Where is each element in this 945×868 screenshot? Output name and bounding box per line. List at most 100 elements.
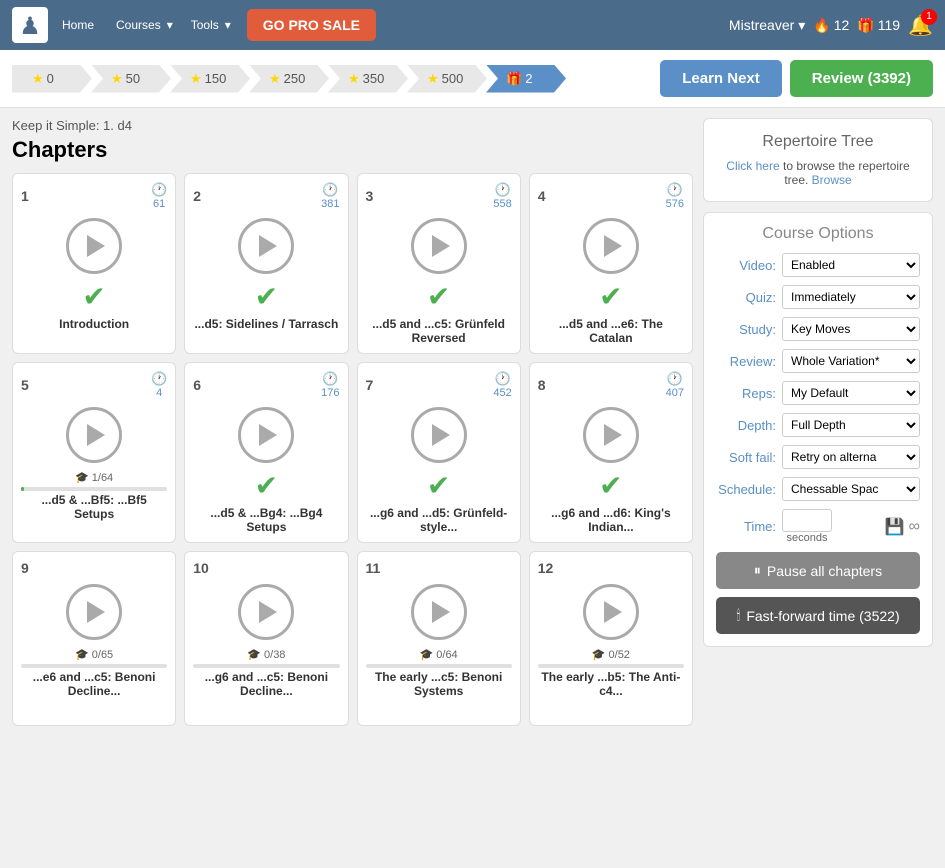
chapter-card-9[interactable]: 9🎓0/65...e6 and ...c5: Benoni Decline... xyxy=(12,551,176,726)
time-row: Time: 60 seconds 💾 ∞ xyxy=(716,509,920,544)
progress-seg-350[interactable]: ★ 350 xyxy=(328,65,408,93)
chapter-card-5[interactable]: 5🕐4 🎓1/64 ...d5 & ...Bf5: ...Bf5 Setups xyxy=(12,362,176,543)
fast-forward-label: Fast-forward time (3522) xyxy=(746,608,899,624)
play-circle-6[interactable] xyxy=(238,407,294,463)
save-time-button[interactable]: 💾 xyxy=(885,517,905,537)
chapter-card-4[interactable]: 4🕐576✔...d5 and ...e6: The Catalan xyxy=(529,173,693,354)
chapter-card-7[interactable]: 7🕐452✔...g6 and ...d5: Grünfeld-style... xyxy=(357,362,521,543)
chapter-num-11: 11 xyxy=(366,560,381,576)
go-pro-button[interactable]: GO PRO SALE xyxy=(247,9,376,41)
chapter-card-1[interactable]: 1🕐61✔Introduction xyxy=(12,173,176,354)
schedule-select[interactable]: Chessable Spac Custom xyxy=(782,477,920,501)
count-num-5: 4 xyxy=(156,387,162,399)
home-link[interactable]: Home xyxy=(62,18,94,32)
card-header-10: 10 xyxy=(193,560,339,576)
progress-seg-250[interactable]: ★ 250 xyxy=(249,65,329,93)
chess-logo[interactable]: ♟ xyxy=(12,7,48,43)
chapter-card-8[interactable]: 8🕐407✔...g6 and ...d6: King's Indian... xyxy=(529,362,693,543)
count-num-8: 407 xyxy=(666,387,684,399)
play-circle-2[interactable] xyxy=(238,218,294,274)
progress-bar-section: ★ 0 ★ 50 ★ 150 ★ 250 ★ 350 ★ 500 🎁 2 Lea… xyxy=(0,50,945,108)
review-row: Review: Whole Variation* Single Move xyxy=(716,349,920,373)
depth-select[interactable]: Full Depth Shallow xyxy=(782,413,920,437)
progress-seg-500-label: 500 xyxy=(442,71,464,86)
chapter-num-6: 6 xyxy=(193,377,201,393)
learn-next-button[interactable]: Learn Next xyxy=(660,60,782,97)
clock-icon-8: 🕐 xyxy=(667,371,683,387)
gift-icon: 🎁 xyxy=(857,17,874,34)
chapter-card-11[interactable]: 11🎓0/64The early ...c5: Benoni Systems xyxy=(357,551,521,726)
progress-text-12: 0/52 xyxy=(609,649,630,661)
time-input[interactable]: 60 xyxy=(782,509,832,532)
time-icons: 💾 ∞ xyxy=(885,517,920,537)
card-progress-5: 🎓1/64 xyxy=(75,471,113,484)
progress-bar-mini-9 xyxy=(21,664,167,668)
softfail-select[interactable]: Retry on alterna Continue xyxy=(782,445,920,469)
review-button[interactable]: Review (3392) xyxy=(790,60,933,97)
checkmark-6: ✔ xyxy=(255,469,278,502)
study-select[interactable]: Key Moves All Moves xyxy=(782,317,920,341)
card-header-6: 6 🕐176 xyxy=(193,371,339,399)
play-circle-10[interactable] xyxy=(238,584,294,640)
progress-seg-gift[interactable]: 🎁 2 xyxy=(486,65,566,93)
rep-tree-browse-link[interactable]: Browse xyxy=(812,173,852,187)
card-header-5: 5🕐4 xyxy=(21,371,167,399)
courses-link[interactable]: Courses xyxy=(116,18,161,32)
play-circle-9[interactable] xyxy=(66,584,122,640)
play-triangle-9 xyxy=(87,601,105,623)
star-icon-350: ★ xyxy=(348,71,360,87)
progress-seg-350-label: 350 xyxy=(363,71,385,86)
play-triangle-5 xyxy=(87,424,105,446)
courses-nav[interactable]: Courses ▾ xyxy=(114,18,173,32)
play-circle-4[interactable] xyxy=(583,218,639,274)
infinity-time-button[interactable]: ∞ xyxy=(909,517,920,537)
review-select[interactable]: Whole Variation* Single Move xyxy=(782,349,920,373)
progress-seg-500[interactable]: ★ 500 xyxy=(407,65,487,93)
chapter-card-2[interactable]: 2🕐381✔...d5: Sidelines / Tarrasch xyxy=(184,173,348,354)
play-circle-12[interactable] xyxy=(583,584,639,640)
home-nav[interactable]: Home xyxy=(60,18,98,32)
play-circle-11[interactable] xyxy=(411,584,467,640)
card-count-6: 🕐176 xyxy=(321,371,339,399)
play-circle-3[interactable] xyxy=(411,218,467,274)
chapter-num-2: 2 xyxy=(193,188,201,204)
progress-seg-0-label: 0 xyxy=(47,71,54,86)
schedule-label: Schedule: xyxy=(716,482,776,497)
main-content: Keep it Simple: 1. d4 Chapters 1🕐61✔Intr… xyxy=(0,108,945,736)
course-options-panel: Course Options Video: Enabled Disabled Q… xyxy=(703,212,933,647)
card-progress-9: 🎓0/65 xyxy=(75,648,113,661)
notification-bell[interactable]: 🔔 1 xyxy=(908,13,933,38)
chapter-num-3: 3 xyxy=(366,188,374,204)
tools-link[interactable]: Tools xyxy=(191,18,219,32)
repertoire-tree-panel: Repertoire Tree Click here to browse the… xyxy=(703,118,933,202)
checkmark-3: ✔ xyxy=(427,280,450,313)
rep-tree-click-link[interactable]: Click here xyxy=(726,159,779,173)
chapter-title-6: ...d5 & ...Bg4: ...Bg4 Setups xyxy=(193,506,339,534)
chapter-card-6[interactable]: 6 🕐176 ✔ ...d5 & ...Bg4: ...Bg4 Setups xyxy=(184,362,348,543)
video-select[interactable]: Enabled Disabled xyxy=(782,253,920,277)
progress-seg-150[interactable]: ★ 150 xyxy=(170,65,250,93)
chapter-card-10[interactable]: 10🎓0/38...g6 and ...c5: Benoni Decline..… xyxy=(184,551,348,726)
softfail-label: Soft fail: xyxy=(716,450,776,465)
progress-seg-0[interactable]: ★ 0 xyxy=(12,65,92,93)
reps-row: Reps: My Default 1 2 xyxy=(716,381,920,405)
count-num-1: 61 xyxy=(153,198,165,210)
fast-forward-button[interactable]: 🕯 Fast-forward time (3522) xyxy=(716,597,920,634)
tools-nav[interactable]: Tools ▾ xyxy=(189,18,231,32)
progress-seg-50[interactable]: ★ 50 xyxy=(91,65,171,93)
reps-select[interactable]: My Default 1 2 xyxy=(782,381,920,405)
chapter-card-3[interactable]: 3🕐558✔...d5 and ...c5: Grünfeld Reversed xyxy=(357,173,521,354)
card-header-11: 11 xyxy=(366,560,512,576)
play-circle-1[interactable] xyxy=(66,218,122,274)
play-circle-7[interactable] xyxy=(411,407,467,463)
pause-all-chapters-button[interactable]: ⏸ Pause all chapters xyxy=(716,552,920,589)
play-circle-5[interactable] xyxy=(66,407,122,463)
user-menu[interactable]: Mistreaver ▾ xyxy=(729,17,805,34)
quiz-select[interactable]: Immediately After video xyxy=(782,285,920,309)
chapter-title-5: ...d5 & ...Bf5: ...Bf5 Setups xyxy=(21,493,167,521)
chapter-card-12[interactable]: 12🎓0/52The early ...b5: The Anti-c4... xyxy=(529,551,693,726)
play-circle-8[interactable] xyxy=(583,407,639,463)
clock-icon-3: 🕐 xyxy=(494,182,510,198)
quiz-row: Quiz: Immediately After video xyxy=(716,285,920,309)
bell-badge-count: 1 xyxy=(921,9,937,25)
